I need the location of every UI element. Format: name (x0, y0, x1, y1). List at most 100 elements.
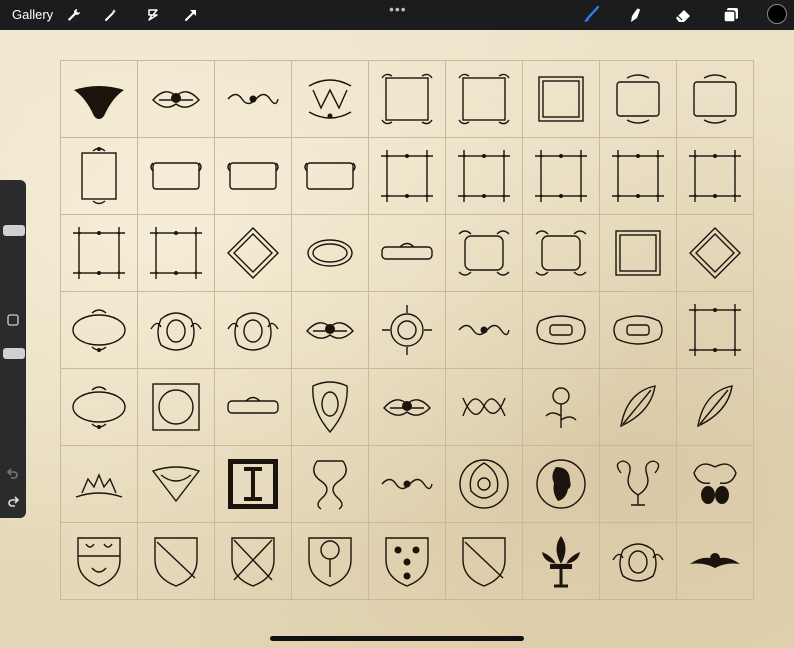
grid-cell (446, 369, 523, 446)
diamond-frame-icon (689, 227, 741, 279)
grid-cell (446, 215, 523, 292)
knot-ornament-icon (462, 397, 506, 417)
shield-flowers-icon (385, 537, 429, 587)
smudge-icon[interactable] (625, 5, 645, 25)
wrench-icon[interactable] (64, 5, 84, 25)
selection-icon[interactable] (143, 5, 163, 25)
rect-frame-icon (304, 162, 356, 190)
grid-cell (292, 369, 369, 446)
scroll-divider-icon (381, 478, 433, 490)
undo-button[interactable] (6, 466, 20, 480)
flourish-frame-icon (616, 74, 660, 124)
home-indicator[interactable] (270, 636, 524, 641)
grid-cell (215, 61, 292, 138)
grid-cell (292, 215, 369, 292)
grid-cell (215, 215, 292, 292)
grid-cell (61, 369, 138, 446)
opacity-slider[interactable] (3, 348, 25, 359)
scroll-cartouche-icon (536, 315, 586, 345)
grid-cell (600, 215, 677, 292)
grid-cell (600, 446, 677, 523)
grid-cell (446, 138, 523, 215)
brush-size-slider[interactable] (3, 225, 25, 236)
floral-ornament-icon (152, 91, 200, 108)
grid-cell (523, 292, 600, 369)
corner-frame-icon (73, 227, 125, 279)
grid-cell (523, 446, 600, 523)
grid-cell (523, 61, 600, 138)
grid-cell (677, 369, 754, 446)
banner-plate-icon (227, 396, 279, 414)
crown-ornament-icon (75, 473, 123, 498)
grid-cell (215, 369, 292, 446)
shield-bend-icon (154, 537, 198, 587)
more-options-icon[interactable]: ••• (389, 1, 407, 17)
swirl-ornament-icon (616, 460, 660, 506)
ornate-frame-icon (535, 230, 587, 276)
leaf-ornament-icon (693, 463, 737, 504)
grid-cell (446, 523, 523, 600)
grid-cell (600, 138, 677, 215)
grid-cell (61, 523, 138, 600)
modify-button[interactable] (7, 313, 19, 326)
floral-ornament-icon (383, 399, 431, 416)
eraser-icon[interactable] (673, 5, 693, 25)
shield-bend-icon (462, 537, 506, 587)
grid-cell (138, 446, 215, 523)
grid-cell (138, 61, 215, 138)
redo-icon (8, 496, 20, 507)
square-icon (7, 314, 19, 326)
scroll-divider-icon (227, 93, 279, 105)
corner-frame-icon (612, 150, 664, 202)
grid-cell (369, 523, 446, 600)
transform-arrow-icon[interactable] (181, 5, 201, 25)
feather-ornament-icon (620, 385, 656, 428)
grid-cell (138, 523, 215, 600)
color-picker-swatch[interactable] (767, 4, 787, 24)
layers-icon[interactable] (721, 5, 741, 25)
grid-cell (600, 61, 677, 138)
grid-cell (677, 446, 754, 523)
grid-cell (215, 446, 292, 523)
grid-cell (138, 369, 215, 446)
magic-wand-icon[interactable] (101, 5, 121, 25)
redo-button[interactable] (6, 494, 20, 508)
grid-cell (215, 523, 292, 600)
grid-cell (369, 292, 446, 369)
grid-cell (292, 292, 369, 369)
crest-cartouche-icon (227, 312, 279, 351)
corner-frame-icon (689, 304, 741, 356)
serpent-ornament-icon (313, 460, 347, 510)
bird-ornament-icon (690, 553, 740, 568)
scroll-divider-icon (458, 324, 510, 336)
corner-frame-icon (458, 150, 510, 202)
flower-ornament-icon (545, 387, 577, 428)
grid-cell (369, 61, 446, 138)
floral-ornament-icon (306, 322, 354, 339)
corner-frame-icon (381, 150, 433, 202)
tall-frame-icon (81, 147, 117, 205)
grid-cell (523, 369, 600, 446)
grid-cell (292, 138, 369, 215)
brush-icon[interactable] (581, 5, 601, 25)
grid-cell (677, 292, 754, 369)
grid-cell (61, 292, 138, 369)
grid-cell (369, 215, 446, 292)
swirl-frame-icon (458, 73, 510, 125)
grid-cell (61, 446, 138, 523)
crest-cartouche-icon (612, 543, 664, 582)
oval-frame-icon (72, 309, 126, 352)
monogram-ornament-icon (308, 79, 352, 119)
grid-cell (677, 523, 754, 600)
grid-cell (600, 292, 677, 369)
celtic-circle-icon (459, 459, 509, 509)
gallery-button[interactable]: Gallery (12, 7, 53, 22)
grid-cell (523, 523, 600, 600)
corner-frame-icon (535, 150, 587, 202)
grid-cell (292, 523, 369, 600)
corner-frame-icon (689, 150, 741, 202)
grid-cell (369, 446, 446, 523)
grid-cell (523, 215, 600, 292)
shield-cartouche-icon (312, 381, 348, 434)
crest-cartouche-icon (150, 312, 202, 351)
